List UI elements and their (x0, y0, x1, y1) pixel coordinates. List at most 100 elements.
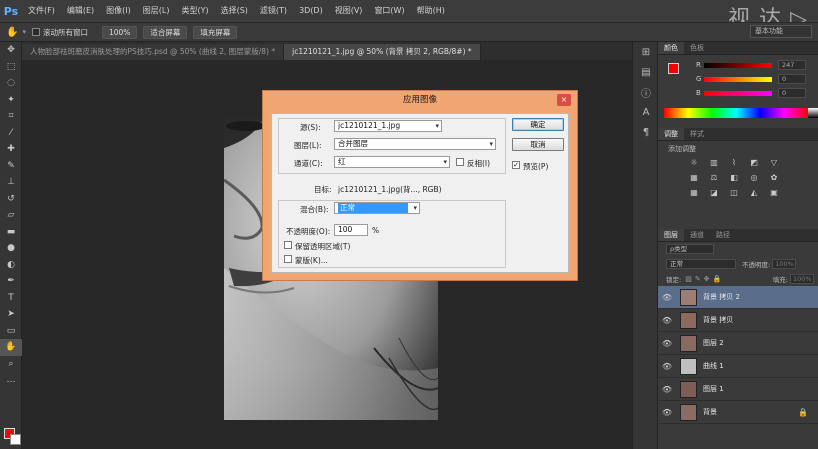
hue-saturation-icon[interactable]: ▦ (688, 172, 700, 183)
gradient-tool-icon[interactable]: ▬ (0, 224, 22, 241)
black-white-ramp[interactable] (808, 108, 818, 118)
visibility-eye-icon[interactable]: 👁 (658, 316, 676, 325)
tab-layers[interactable]: 图层 (658, 229, 684, 241)
layer-row[interactable]: 👁 背景 🔒 (658, 401, 818, 424)
invert-icon[interactable]: ◪ (708, 187, 720, 198)
crop-tool-icon[interactable]: ⌗ (0, 108, 22, 125)
vibrance-icon[interactable]: ▽ (768, 157, 780, 168)
menu-item[interactable]: 图层(L) (137, 0, 176, 22)
document-tab[interactable]: 人物脸部祛斑磨皮消肤处理的PS技巧.psd @ 50% (曲线 2, 图层蒙版/… (22, 44, 285, 60)
channel-mixer-icon[interactable]: ✿ (768, 172, 780, 183)
threshold-icon[interactable]: ◭ (748, 187, 760, 198)
tab-channels[interactable]: 通道 (684, 229, 710, 241)
scroll-all-windows-checkbox[interactable] (31, 28, 40, 36)
red-value[interactable]: 247 (778, 60, 806, 70)
pen-tool-icon[interactable]: ✒ (0, 273, 22, 290)
blur-tool-icon[interactable]: ● (0, 240, 22, 257)
opacity-field[interactable]: 100% (772, 259, 797, 269)
layer-row[interactable]: 👁 曲线 1 (658, 355, 818, 378)
path-selection-tool-icon[interactable]: ➤ (0, 306, 22, 323)
blue-value[interactable]: 0 (778, 88, 806, 98)
visibility-eye-icon[interactable]: 👁 (658, 362, 676, 371)
healing-brush-tool-icon[interactable]: ✚ (0, 141, 22, 158)
color-fg-swatch[interactable] (668, 63, 679, 74)
menu-item[interactable]: 图像(I) (100, 0, 137, 22)
curves-icon[interactable]: ⌇ (728, 157, 740, 168)
move-tool-icon[interactable]: ✥ (0, 42, 22, 59)
tool-preset-chevron-icon[interactable]: ▾ (22, 28, 26, 36)
lock-icons[interactable]: ▨✎✥🔒 (685, 275, 724, 283)
layer-row[interactable]: 👁 背景 拷贝 2 (658, 286, 818, 309)
opacity-input[interactable]: 100 (334, 224, 368, 236)
dodge-tool-icon[interactable]: ◐ (0, 257, 22, 274)
paragraph-panel-icon[interactable]: ¶ (633, 122, 659, 142)
channel-select[interactable]: 红 ▾ (334, 156, 450, 168)
red-slider[interactable] (704, 62, 772, 68)
close-icon[interactable]: × (557, 94, 571, 106)
menu-item[interactable]: 类型(Y) (175, 0, 214, 22)
menu-item[interactable]: 3D(D) (293, 0, 329, 22)
menu-item[interactable]: 视图(V) (329, 0, 369, 22)
shape-tool-icon[interactable]: ▭ (0, 323, 22, 340)
tab-styles[interactable]: 样式 (684, 128, 710, 140)
properties-panel-icon[interactable]: ▤ (633, 62, 659, 82)
visibility-eye-icon[interactable]: 👁 (658, 408, 676, 417)
layer-select[interactable]: 合并图层 ▾ (334, 138, 496, 150)
green-value[interactable]: 0 (778, 74, 806, 84)
menu-item[interactable]: 选择(S) (215, 0, 254, 22)
preserve-transparency-checkbox[interactable] (284, 241, 292, 249)
blue-slider[interactable] (704, 90, 772, 96)
history-panel-icon[interactable]: ⊞ (633, 42, 659, 62)
menu-item[interactable]: 窗口(W) (368, 0, 410, 22)
eraser-tool-icon[interactable]: ▱ (0, 207, 22, 224)
layer-row[interactable]: 👁 背景 拷贝 (658, 309, 818, 332)
tab-swatches[interactable]: 色板 (684, 42, 710, 54)
eyedropper-tool-icon[interactable]: ⁄ (0, 125, 22, 142)
character-panel-icon[interactable]: A (633, 102, 659, 122)
selective-color-icon[interactable]: ▣ (768, 187, 780, 198)
menu-item[interactable]: 滤镜(T) (254, 0, 293, 22)
lasso-tool-icon[interactable]: ◌ (0, 75, 22, 92)
black-white-icon[interactable]: ◧ (728, 172, 740, 183)
blend-mode-select[interactable]: 正常 (666, 259, 736, 269)
fill-screen-button[interactable]: 填充屏幕 (193, 25, 238, 39)
document-tab[interactable]: jc1210121_1.jpg @ 50% (背景 拷贝 2, RGB/8#) … (284, 44, 481, 60)
ok-button[interactable]: 确定 (512, 118, 564, 131)
tab-color[interactable]: 颜色 (658, 42, 684, 54)
color-spectrum[interactable] (664, 108, 818, 118)
workspace-select[interactable]: 基本功能 (750, 25, 812, 38)
exposure-icon[interactable]: ◩ (748, 157, 760, 168)
dialog-titlebar[interactable]: 应用图像 × (263, 91, 577, 110)
preview-checkbox[interactable]: ✓ (512, 161, 520, 169)
green-slider[interactable] (704, 76, 772, 82)
visibility-eye-icon[interactable]: 👁 (658, 293, 676, 302)
visibility-eye-icon[interactable]: 👁 (658, 339, 676, 348)
hand-tool-icon[interactable]: ✋ (6, 27, 18, 38)
zoom-100-button[interactable]: 100% (101, 25, 138, 39)
type-tool-icon[interactable]: T (0, 290, 22, 307)
info-panel-icon[interactable]: ⓘ (633, 82, 659, 102)
history-brush-tool-icon[interactable]: ↺ (0, 191, 22, 208)
fit-screen-button[interactable]: 适合屏幕 (143, 25, 188, 39)
brush-tool-icon[interactable]: ✎ (0, 158, 22, 175)
layer-filter-select[interactable]: ρ类型 (666, 244, 714, 254)
tab-paths[interactable]: 路径 (710, 229, 736, 241)
blending-select[interactable]: 正常 ▾ (334, 202, 420, 214)
invert-checkbox[interactable] (456, 158, 464, 166)
layer-row[interactable]: 👁 图层 2 (658, 332, 818, 355)
cancel-button[interactable]: 取消 (512, 138, 564, 151)
menu-item[interactable]: 文件(F) (22, 0, 61, 22)
menu-item[interactable]: 编辑(E) (61, 0, 100, 22)
color-balance-icon[interactable]: ⚖ (708, 172, 720, 183)
photo-filter-icon[interactable]: ◎ (748, 172, 760, 183)
menu-item[interactable]: 帮助(H) (411, 0, 451, 22)
hand-tool-icon[interactable]: ✋ (0, 339, 22, 356)
background-color-swatch[interactable] (10, 434, 21, 445)
levels-icon[interactable]: ▥ (708, 157, 720, 168)
visibility-eye-icon[interactable]: 👁 (658, 385, 676, 394)
zoom-tool-icon[interactable]: ⌕ (0, 356, 22, 373)
edit-toolbar-icon[interactable]: … (0, 372, 22, 389)
marquee-tool-icon[interactable]: ⬚ (0, 59, 22, 76)
layer-row[interactable]: 👁 图层 1 (658, 378, 818, 401)
source-select[interactable]: jc1210121_1.jpg ▾ (334, 120, 442, 132)
